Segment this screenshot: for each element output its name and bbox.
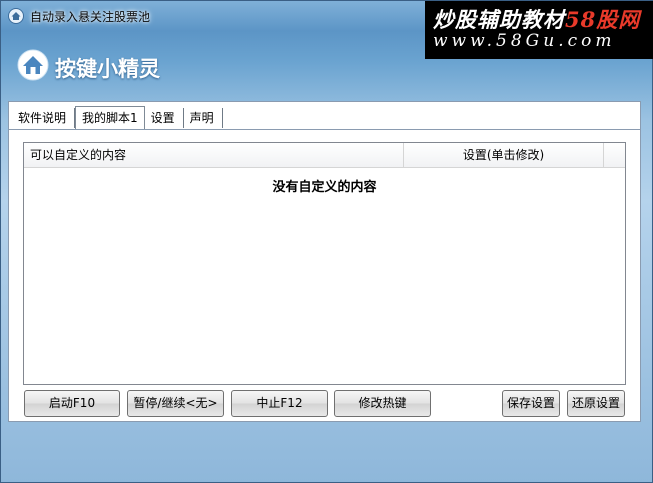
main-panel: 软件说明 我的脚本1 设置 声明 可以自定义的内容 设置(单击修改) 没有自定义… <box>8 101 641 422</box>
save-settings-button[interactable]: 保存设置 <box>502 390 560 417</box>
app-window: 自动录入悬关注股票池 炒股辅助教材58股网 www.58Gu.com 按键小精灵… <box>0 0 653 483</box>
column-header-content[interactable]: 可以自定义的内容 <box>24 143 404 167</box>
window-title: 自动录入悬关注股票池 <box>30 10 151 24</box>
pause-resume-button[interactable]: 暂停/继续<无> <box>127 390 224 417</box>
house-logo-icon <box>17 49 49 81</box>
brand-name: 按键小精灵 <box>55 57 160 81</box>
home-icon <box>8 8 24 24</box>
tab-settings[interactable]: 设置 <box>145 108 184 128</box>
watermark-line1: 炒股辅助教材58股网 <box>433 4 640 34</box>
tab-my-script[interactable]: 我的脚本1 <box>75 106 145 129</box>
change-hotkey-button[interactable]: 修改热键 <box>334 390 431 417</box>
tab-software-info[interactable]: 软件说明 <box>12 108 76 128</box>
custom-content-list[interactable]: 可以自定义的内容 设置(单击修改) 没有自定义的内容 <box>23 142 626 385</box>
start-button[interactable]: 启动F10 <box>24 390 120 417</box>
watermark-highlight: 58股网 <box>565 7 641 32</box>
list-header: 可以自定义的内容 设置(单击修改) <box>24 143 625 168</box>
empty-list-message: 没有自定义的内容 <box>272 180 377 195</box>
watermark-banner: 炒股辅助教材58股网 www.58Gu.com <box>425 1 653 59</box>
tab-statement[interactable]: 声明 <box>184 108 223 128</box>
watermark-prefix: 炒股辅助教材 <box>433 7 565 32</box>
tab-divider <box>9 129 640 130</box>
restore-settings-button[interactable]: 还原设置 <box>567 390 625 417</box>
column-header-settings[interactable]: 设置(单击修改) <box>404 143 604 167</box>
stop-button[interactable]: 中止F12 <box>231 390 328 417</box>
watermark-url: www.58Gu.com <box>433 31 616 51</box>
tab-bar: 软件说明 我的脚本1 设置 声明 <box>12 106 223 130</box>
